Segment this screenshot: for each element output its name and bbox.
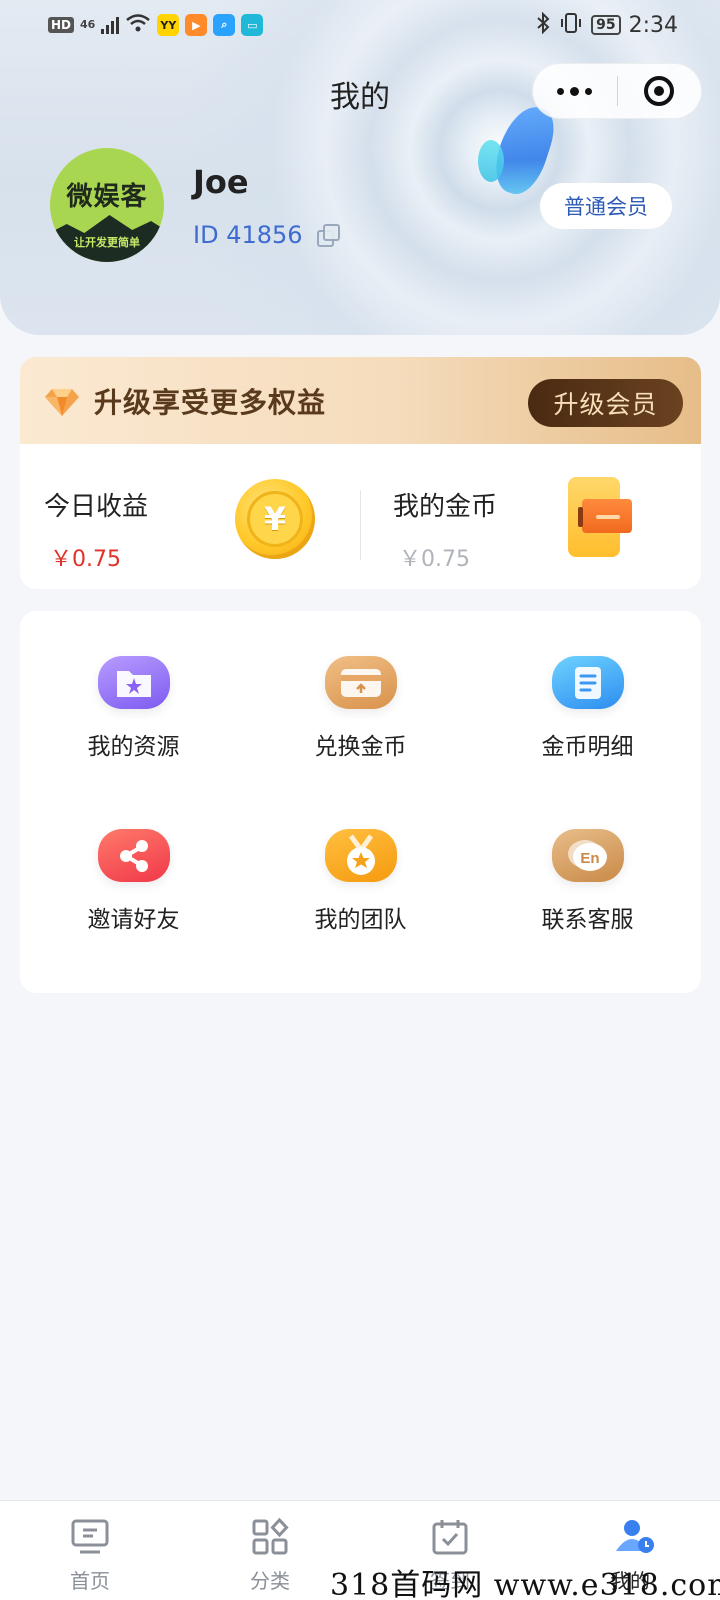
user-id-row: ID 41856: [193, 221, 340, 249]
share-icon: [97, 829, 170, 882]
coin-icon: ¥: [235, 479, 315, 559]
today-earnings-value: ￥0.75: [50, 547, 121, 572]
yy-app-icon: YY: [157, 14, 180, 36]
chat-bubble-icon: En: [551, 829, 624, 882]
network-type: 46: [80, 18, 96, 31]
upgrade-text: 升级享受更多权益: [94, 385, 327, 419]
calendar-check-icon: [430, 1517, 470, 1557]
grid-item-my-team[interactable]: 我的团队: [247, 784, 474, 934]
more-dots-icon: [557, 87, 565, 95]
today-earnings-label: 今日收益: [44, 492, 149, 522]
tab-home[interactable]: 首页: [0, 1501, 180, 1600]
upgrade-member-button[interactable]: 升级会员: [528, 379, 683, 427]
bluetooth-icon: [535, 11, 551, 39]
vibrate-icon: [559, 12, 583, 39]
search-app-icon: ⌕: [213, 14, 236, 36]
signal-icon: [101, 16, 120, 34]
svg-text:En: En: [580, 850, 599, 867]
grid-label: 我的资源: [87, 734, 180, 760]
hd-indicator: HD: [48, 17, 75, 33]
category-grid-icon: [250, 1517, 290, 1557]
grid-item-contact-support[interactable]: En 联系客服: [474, 784, 701, 934]
grid-label: 邀请好友: [87, 907, 180, 933]
avatar-logo-subtext: 让开发更简单: [74, 236, 140, 249]
decorative-drop-shape: [478, 140, 504, 182]
my-coins[interactable]: 我的金币 ￥0.75: [361, 444, 701, 589]
grid-label: 我的团队: [314, 907, 407, 933]
close-miniprogram-button[interactable]: [618, 63, 702, 119]
medal-icon: [324, 829, 397, 882]
member-level-badge[interactable]: 普通会员: [540, 183, 672, 229]
grid-label: 兑换金币: [314, 734, 407, 760]
feature-grid: 我的资源 兑换金币 金币明细 邀请好友 我的团队 En 联系客服: [20, 611, 701, 993]
user-name: Joe: [193, 163, 249, 201]
upgrade-earnings-card: 升级享受更多权益 升级会员 今日收益 ￥0.75 ¥ 我的金币 ￥0.75: [20, 357, 701, 589]
grid-item-my-resources[interactable]: 我的资源: [20, 611, 247, 761]
tab-label: 分类: [250, 1569, 290, 1593]
home-monitor-icon: [70, 1517, 110, 1557]
user-id: ID 41856: [193, 221, 303, 249]
grid-label: 联系客服: [541, 907, 634, 933]
more-options-button[interactable]: [533, 63, 617, 119]
user-profile-icon: [610, 1517, 654, 1557]
grid-item-invite-friends[interactable]: 邀请好友: [20, 784, 247, 934]
folder-star-icon: [97, 656, 170, 709]
avatar[interactable]: 微娱客 让开发更简单: [50, 148, 164, 262]
grid-item-exchange-coins[interactable]: 兑换金币: [247, 611, 474, 761]
grid-item-coin-details[interactable]: 金币明细: [474, 611, 701, 761]
my-coins-label: 我的金币: [393, 492, 498, 522]
miniprogram-capsule: [532, 63, 702, 119]
avatar-logo-text: 微娱客: [66, 182, 148, 212]
copy-icon[interactable]: [316, 224, 340, 247]
video-app-icon: ▶: [185, 14, 208, 36]
clock: 2:34: [628, 12, 678, 38]
status-bar: HD 46 YY ▶ ⌕ ▭ 95 2:34: [0, 0, 720, 50]
grid-label: 金币明细: [541, 734, 634, 760]
diamond-icon: [44, 383, 80, 419]
scroll-list-icon: [551, 656, 624, 709]
reader-app-icon: ▭: [241, 14, 264, 36]
target-circle-icon: [644, 76, 675, 106]
wallet-icon: [568, 477, 632, 557]
card-exchange-icon: [324, 656, 397, 709]
watermark-text: 318首码网 www.e318.com: [330, 1568, 720, 1600]
tab-label: 首页: [70, 1569, 110, 1593]
battery-icon: 95: [591, 15, 621, 35]
wifi-icon: [125, 13, 151, 38]
my-coins-value: ￥0.75: [399, 547, 470, 572]
upgrade-banner[interactable]: 升级享受更多权益 升级会员: [20, 357, 701, 444]
